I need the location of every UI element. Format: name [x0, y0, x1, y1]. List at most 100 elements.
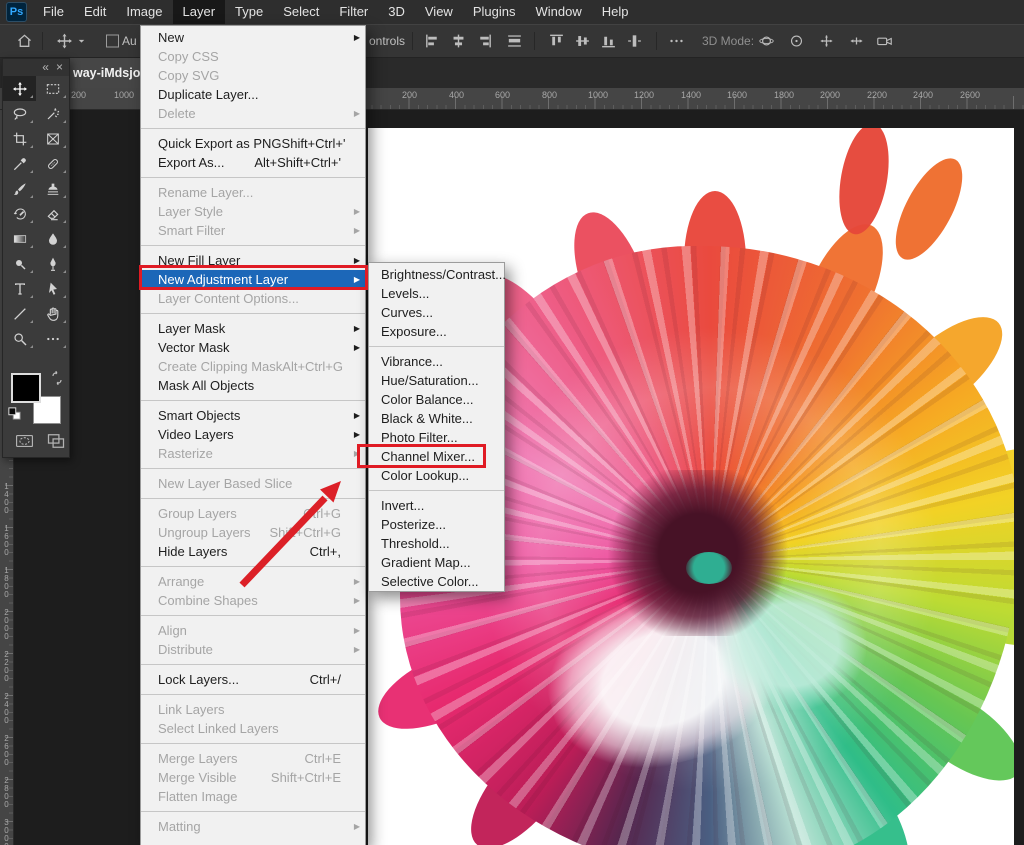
menubar-item-file[interactable]: File	[33, 0, 74, 24]
submenu-arrow-icon: ▶	[354, 591, 360, 610]
menu-item-curves[interactable]: Curves...	[369, 303, 504, 322]
menu-item-new[interactable]: New▶	[141, 28, 365, 47]
menu-item-label: Mask All Objects	[158, 376, 254, 395]
path-selection-tool[interactable]	[36, 276, 69, 301]
swap-colors-icon[interactable]	[49, 370, 65, 386]
zoom-tool[interactable]	[3, 326, 36, 351]
menu-item-link-layers: Link Layers	[141, 700, 365, 719]
foreground-color-swatch[interactable]	[11, 373, 41, 403]
menu-item-invert[interactable]: Invert...	[369, 496, 504, 515]
menu-item-exposure[interactable]: Exposure...	[369, 322, 504, 341]
quick-mask-button[interactable]	[10, 431, 39, 451]
3d-slide-button[interactable]	[848, 33, 865, 50]
menu-item-color-lookup[interactable]: Color Lookup...	[369, 466, 504, 485]
menu-item-threshold[interactable]: Threshold...	[369, 534, 504, 553]
distribute-horizontal-button[interactable]	[506, 33, 523, 50]
menubar-item-image[interactable]: Image	[116, 0, 172, 24]
menubar-item-help[interactable]: Help	[592, 0, 639, 24]
pen-tool[interactable]	[36, 251, 69, 276]
submenu-arrow-icon: ▶	[354, 202, 360, 221]
distribute-vertical-button[interactable]	[626, 33, 643, 50]
move-tool[interactable]	[3, 76, 36, 101]
3d-camera-button[interactable]	[876, 33, 893, 50]
menu-item-vector-mask[interactable]: Vector Mask▶	[141, 338, 365, 357]
rectangular-marquee-tool[interactable]	[36, 76, 69, 101]
lasso-tool[interactable]	[3, 101, 36, 126]
menu-item-black-white[interactable]: Black & White...	[369, 409, 504, 428]
menu-item-brightness-contrast[interactable]: Brightness/Contrast...	[369, 265, 504, 284]
menu-item-color-balance[interactable]: Color Balance...	[369, 390, 504, 409]
menubar-item-plugins[interactable]: Plugins	[463, 0, 526, 24]
3d-roll-button[interactable]	[788, 33, 805, 50]
clone-stamp-tool[interactable]	[36, 176, 69, 201]
ruler-label: 3 0 0 0	[0, 819, 13, 845]
lasso-icon	[12, 106, 28, 122]
dodge-tool[interactable]	[3, 251, 36, 276]
3d-orbit-button[interactable]	[758, 33, 775, 50]
stamp-icon	[45, 181, 61, 197]
menu-item-selective-color[interactable]: Selective Color...	[369, 572, 504, 591]
menubar-item-3d[interactable]: 3D	[378, 0, 415, 24]
menubar-item-select[interactable]: Select	[273, 0, 329, 24]
align-bottom-edges-button[interactable]	[600, 33, 617, 50]
blur-icon	[45, 231, 61, 247]
menu-item-gradient-map[interactable]: Gradient Map...	[369, 553, 504, 572]
preset-chevron-down-icon[interactable]	[76, 36, 87, 47]
align-horizontal-centers-button[interactable]	[450, 33, 467, 50]
spot-healing-brush-tool[interactable]	[36, 151, 69, 176]
auto-select-checkbox[interactable]	[106, 35, 119, 48]
menu-item-levels[interactable]: Levels...	[369, 284, 504, 303]
menubar-item-layer[interactable]: Layer	[173, 0, 226, 24]
screen-mode-button[interactable]	[43, 431, 69, 451]
crop-tool[interactable]	[3, 126, 36, 151]
menubar-item-filter[interactable]: Filter	[329, 0, 378, 24]
home-button[interactable]	[16, 33, 33, 50]
menu-separator	[369, 490, 504, 491]
menu-item-shortcut: Alt+Shift+Ctrl+'	[254, 153, 341, 172]
menu-item-smart-objects[interactable]: Smart Objects▶	[141, 406, 365, 425]
frame-tool[interactable]	[36, 126, 69, 151]
menu-item-layer-mask[interactable]: Layer Mask▶	[141, 319, 365, 338]
menubar-item-window[interactable]: Window	[525, 0, 591, 24]
close-panel-icon[interactable]: ×	[56, 59, 63, 76]
menu-item-label: Levels...	[381, 284, 429, 303]
align-vertical-centers-button[interactable]	[574, 33, 591, 50]
history-brush-tool[interactable]	[3, 201, 36, 226]
collapse-panel-icon[interactable]: «	[42, 59, 49, 76]
edit-toolbar[interactable]	[36, 326, 69, 351]
menu-item-vibrance[interactable]: Vibrance...	[369, 352, 504, 371]
menu-item-label: Black & White...	[381, 409, 473, 428]
quick-selection-tool[interactable]	[36, 101, 69, 126]
menu-item-label: Posterize...	[381, 515, 446, 534]
eyedropper-tool[interactable]	[3, 151, 36, 176]
menu-item-lock-layers[interactable]: Lock Layers...Ctrl+/	[141, 670, 365, 689]
align-top-edges-button[interactable]	[548, 33, 565, 50]
line-tool[interactable]	[3, 301, 36, 326]
submenu-arrow-icon: ▶	[354, 817, 360, 836]
eraser-tool[interactable]	[36, 201, 69, 226]
3d-pan-button[interactable]	[818, 33, 835, 50]
menu-item-duplicate-layer[interactable]: Duplicate Layer...	[141, 85, 365, 104]
menu-item-mask-all-objects[interactable]: Mask All Objects	[141, 376, 365, 395]
menu-item-video-layers[interactable]: Video Layers▶	[141, 425, 365, 444]
ruler-label: 1200	[634, 90, 654, 100]
more-align-options-button[interactable]	[668, 33, 685, 50]
menu-item-quick-export-as-png[interactable]: Quick Export as PNGShift+Ctrl+'	[141, 134, 365, 153]
hand-tool[interactable]	[36, 301, 69, 326]
align-right-edges-button[interactable]	[476, 33, 493, 50]
menu-item-rename-layer: Rename Layer...	[141, 183, 365, 202]
menu-item-export-as[interactable]: Export As...Alt+Shift+Ctrl+'	[141, 153, 365, 172]
type-tool[interactable]	[3, 276, 36, 301]
flower-petal	[832, 128, 897, 238]
blur-tool[interactable]	[36, 226, 69, 251]
move-tool-preset-icon[interactable]	[56, 33, 73, 50]
gradient-tool[interactable]	[3, 226, 36, 251]
menubar-item-view[interactable]: View	[415, 0, 463, 24]
menu-item-posterize[interactable]: Posterize...	[369, 515, 504, 534]
default-colors-icon[interactable]	[7, 406, 22, 421]
menubar-item-edit[interactable]: Edit	[74, 0, 116, 24]
align-left-edges-button[interactable]	[424, 33, 441, 50]
menubar-item-type[interactable]: Type	[225, 0, 273, 24]
brush-tool[interactable]	[3, 176, 36, 201]
menu-item-hue-saturation[interactable]: Hue/Saturation...	[369, 371, 504, 390]
